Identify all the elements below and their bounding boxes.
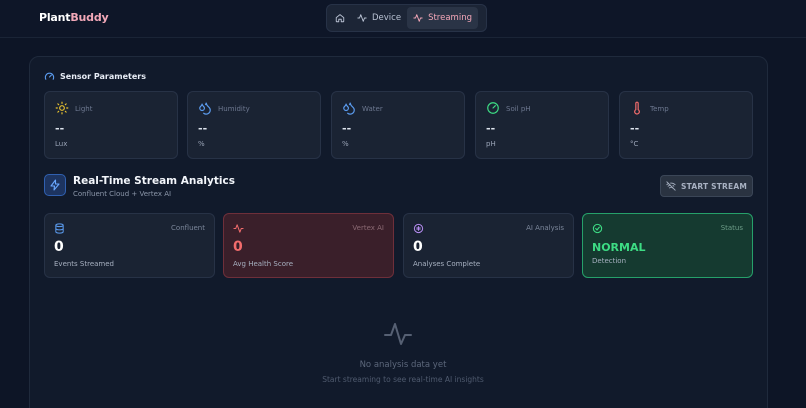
sensor-value: -- — [55, 122, 65, 135]
droplets-icon — [343, 102, 355, 115]
card-label: Detection — [592, 257, 627, 265]
main-nav: Device Streaming — [326, 4, 487, 32]
sensor-label: Temp — [650, 105, 669, 113]
wifi-off-icon — [666, 181, 676, 191]
brand-logo[interactable]: PlantBuddy — [39, 11, 109, 24]
sun-icon — [55, 101, 69, 115]
stream-badge — [44, 174, 66, 196]
sensor-label: Light — [75, 105, 93, 113]
sensor-card-light: Light -- Lux — [44, 91, 178, 159]
stat-card-health-score: Vertex AI 0 Avg Health Score — [223, 213, 394, 278]
droplets-icon — [199, 102, 211, 115]
sensor-card-humidity: Humidity -- % — [187, 91, 321, 159]
sensor-card-temp: Temp -- °C — [619, 91, 753, 159]
card-value: 0 — [413, 239, 423, 255]
brand-part-1: Plant — [39, 11, 71, 24]
thermometer-icon — [634, 101, 640, 115]
app-header: PlantBuddy Device Streaming — [0, 0, 806, 38]
sensor-section-label: Sensor Parameters — [60, 72, 146, 81]
brand-part-2: Buddy — [70, 11, 109, 24]
card-tag: Confluent — [171, 224, 205, 232]
card-label: Analyses Complete — [413, 260, 481, 268]
sensor-value: -- — [630, 122, 640, 135]
empty-state-title: No analysis data yet — [359, 360, 447, 370]
sensor-card-water: Water -- % — [331, 91, 465, 159]
sensor-unit: % — [198, 140, 205, 148]
stat-card-analyses: AI Analysis 0 Analyses Complete — [403, 213, 574, 278]
nav-streaming-tab[interactable]: Streaming — [407, 7, 478, 29]
card-value: NORMAL — [592, 241, 646, 254]
sensor-unit: Lux — [55, 140, 68, 148]
stream-subtitle: Confluent Cloud + Vertex AI — [73, 190, 172, 198]
database-icon — [55, 223, 64, 234]
sensor-label: Humidity — [218, 105, 250, 113]
stream-title: Real-Time Stream Analytics — [73, 175, 235, 187]
sensor-unit: °C — [630, 140, 639, 148]
nav-device-label: Device — [372, 13, 402, 23]
nav-device-tab[interactable]: Device — [351, 7, 407, 29]
sensor-value: -- — [198, 122, 208, 135]
activity-icon — [413, 14, 423, 22]
activity-icon — [357, 14, 367, 22]
activity-icon — [233, 224, 244, 233]
zap-icon — [50, 179, 60, 191]
gauge-icon — [487, 102, 499, 114]
stat-card-events: Confluent 0 Events Streamed — [44, 213, 215, 278]
sensor-label: Water — [362, 105, 383, 113]
start-stream-label: START STREAM — [681, 181, 747, 191]
nav-home-button[interactable] — [329, 7, 351, 29]
sensor-unit: % — [342, 140, 349, 148]
sensor-unit: pH — [486, 140, 496, 148]
card-value: 0 — [233, 239, 243, 255]
sensor-label: Soil pH — [506, 105, 531, 113]
card-label: Events Streamed — [54, 260, 115, 268]
sensor-value: -- — [342, 122, 352, 135]
sensor-section-title: Sensor Parameters — [44, 71, 146, 82]
card-label: Avg Health Score — [233, 260, 294, 268]
card-value: 0 — [54, 239, 64, 255]
sensor-value: -- — [486, 122, 496, 135]
nav-streaming-label: Streaming — [428, 13, 472, 23]
card-tag: Vertex AI — [352, 224, 384, 232]
activity-icon — [384, 323, 412, 345]
check-circle-icon — [592, 223, 603, 234]
empty-state-subtitle: Start streaming to see real-time AI insi… — [322, 375, 484, 384]
brain-icon — [413, 223, 424, 234]
sensor-card-soil-ph: Soil pH -- pH — [475, 91, 609, 159]
card-tag: AI Analysis — [526, 224, 564, 232]
card-tag: Status — [720, 224, 743, 232]
gauge-icon — [44, 72, 55, 80]
start-stream-button[interactable]: START STREAM — [660, 175, 753, 197]
stat-card-status: Status NORMAL Detection — [582, 213, 753, 278]
home-icon — [335, 14, 345, 23]
